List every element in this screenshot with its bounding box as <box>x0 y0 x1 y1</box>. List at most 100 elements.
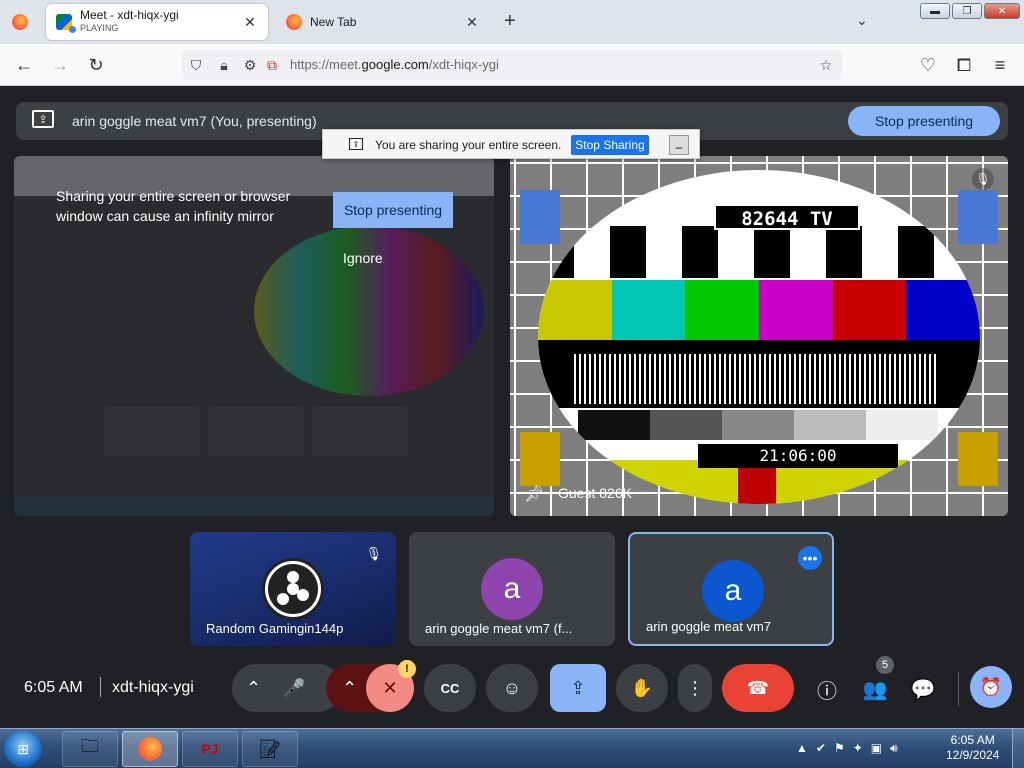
meeting-time: 6:05 AM <box>24 679 83 696</box>
menu-icon[interactable]: ≡ <box>988 53 1012 77</box>
url-bar[interactable]: ⛉ 🔒︎ ⚙ ⧉ https://meet.google.com/xdt-hiq… <box>182 50 842 80</box>
present-now-icon[interactable]: ⇪ <box>550 664 606 712</box>
forward-arrow-icon[interactable]: → <box>48 53 72 77</box>
extensions-icon[interactable]: ⧠ <box>952 53 976 77</box>
more-options-icon[interactable]: ⋮ <box>678 664 712 712</box>
minimize-button[interactable]: ▬ <box>920 3 950 19</box>
guest-video-tile[interactable]: 82644 TV 21:06:00 🎙︎ 📌︎ Guest 826K <box>510 156 1008 516</box>
permissions-icon[interactable]: ⚙ <box>242 57 258 73</box>
activities-icon[interactable]: ⏰ <box>970 666 1012 708</box>
start-button[interactable]: ⊞ <box>4 731 42 767</box>
tv-channel-label: 82644 TV <box>714 204 860 230</box>
new-tab-button[interactable]: + <box>504 10 516 33</box>
url-text[interactable]: https://meet.google.com/xdt-hiqx-ygi <box>290 57 499 72</box>
close-window-button[interactable]: ✕ <box>984 3 1020 19</box>
volume-icon[interactable]: 🔊︎ <box>890 741 898 756</box>
obs-avatar <box>262 558 324 620</box>
more-options-icon[interactable]: ••• <box>798 546 822 570</box>
system-tray: ▲ ✔ ⚑ ✦ ▣ 🔊︎ <box>796 741 898 756</box>
project64-taskbar-icon[interactable]: PJ <box>182 731 238 767</box>
leave-call-icon[interactable]: ☎ <box>722 664 794 712</box>
stop-sharing-button[interactable]: Stop Sharing <box>571 135 649 155</box>
flag-icon[interactable]: ⚑ <box>834 741 845 756</box>
explorer-taskbar-icon[interactable]: 🗀 <box>62 731 118 767</box>
video-settings-chevron-icon[interactable]: ⌃ <box>342 678 357 699</box>
avatar: a <box>481 558 543 620</box>
security-icon[interactable]: ✔ <box>816 741 826 756</box>
color-bar <box>906 280 980 340</box>
stop-presenting-button[interactable]: Stop presenting <box>848 106 1000 136</box>
browser-tab-bar: Meet - xdt-hiqx-ygi PLAYING ✕ New Tab ✕ … <box>0 0 1024 44</box>
sharing-status-text: You are sharing your entire screen. <box>375 138 562 152</box>
meeting-controls: 6:05 AM xdt-hiqx-ygi ⌃ 🎤 ⌃ ✕ ! CC ☺ ⇪ ✋ … <box>0 656 1024 720</box>
list-all-tabs-icon[interactable]: ⌄ <box>856 12 868 29</box>
color-bar <box>832 280 907 340</box>
firefox-favicon-icon <box>286 14 302 30</box>
audio-settings-chevron-icon[interactable]: ⌃ <box>246 678 261 699</box>
clock-date: 12/9/2024 <box>946 748 1000 762</box>
tab-close-icon[interactable]: ✕ <box>242 14 258 31</box>
screen-share-icon[interactable]: ⧉ <box>264 57 280 73</box>
camera-warning-badge: ! <box>398 660 416 678</box>
participant-name: Guest 826K <box>558 485 632 501</box>
participant-tile[interactable]: 🎙︎ Random Gamingin144p <box>190 532 396 646</box>
raise-hand-icon[interactable]: ✋ <box>616 664 668 712</box>
participant-name: arin goggle meat vm7 <box>646 619 772 634</box>
people-icon[interactable]: 👥 <box>862 676 888 702</box>
color-bar <box>538 280 612 340</box>
pin-icon[interactable]: 📌︎ <box>524 484 544 504</box>
shield-icon[interactable]: ⛉ <box>188 57 204 73</box>
meet-stage: ⇪ arin goggle meat vm7 (You, presenting)… <box>0 86 1024 728</box>
participant-name: Random Gamingin144p <box>206 621 344 636</box>
display-icon[interactable]: ▣ <box>871 741 882 756</box>
meeting-code: xdt-hiqx-ygi <box>112 679 194 696</box>
muted-mic-icon: 🎙︎ <box>365 546 382 561</box>
participant-count-badge: 5 <box>876 656 894 674</box>
muted-mic-icon: 🎙︎ <box>972 168 994 190</box>
chat-icon[interactable]: 💬 <box>910 676 936 702</box>
presenting-text: arin goggle meat vm7 (You, presenting) <box>72 113 317 129</box>
taskbar-clock[interactable]: 6:05 AM 12/9/2024 <box>946 733 999 763</box>
firefox-view-icon[interactable] <box>12 14 28 30</box>
show-hidden-icons-icon[interactable]: ▲ <box>796 741 808 756</box>
bookmark-star-icon[interactable]: ☆ <box>818 57 834 73</box>
infinity-mirror-warning: Sharing your entire screen or browser wi… <box>56 188 291 224</box>
reload-icon[interactable]: ↻ <box>84 53 108 77</box>
share-screen-icon: ⇪ <box>349 138 363 150</box>
test-pattern-circle: 82644 TV 21:06:00 <box>538 170 980 504</box>
tab-new-tab[interactable]: New Tab ✕ <box>276 4 490 40</box>
minimize-icon[interactable]: – <box>669 135 689 155</box>
emoji-icon[interactable]: ☺ <box>486 664 538 712</box>
firefox-taskbar-icon[interactable] <box>122 731 178 767</box>
tab-close-icon[interactable]: ✕ <box>464 14 480 31</box>
window-controls: ▬ ❐ ✕ <box>920 3 1020 19</box>
color-bar <box>759 280 833 340</box>
color-bar <box>611 280 686 340</box>
tab-title: Meet - xdt-hiqx-ygi <box>80 9 179 22</box>
meeting-info-icon[interactable]: ⓘ <box>814 676 840 703</box>
maximize-button[interactable]: ❐ <box>952 3 982 19</box>
tab-meet[interactable]: Meet - xdt-hiqx-ygi PLAYING ✕ <box>46 4 268 40</box>
self-presentation-tile: Sharing your entire screen or browser wi… <box>14 156 494 516</box>
ignore-button[interactable]: Ignore <box>343 250 383 266</box>
network-icon[interactable]: ✦ <box>853 741 863 756</box>
tv-clock: 21:06:00 <box>698 444 898 468</box>
participant-tile[interactable]: a arin goggle meat vm7 (f... <box>409 532 615 646</box>
color-bar <box>685 280 760 340</box>
participant-tile-self[interactable]: a ••• arin goggle meat vm7 <box>628 532 834 646</box>
back-arrow-icon[interactable]: ← <box>12 53 36 77</box>
captions-icon[interactable]: CC <box>424 664 476 712</box>
microphone-icon[interactable]: 🎤 <box>283 678 305 699</box>
show-desktop-button[interactable] <box>1012 729 1024 768</box>
tab-playing-status: PLAYING <box>80 23 119 33</box>
pocket-icon[interactable]: ♡ <box>916 53 940 77</box>
clock-time: 6:05 AM <box>950 733 995 747</box>
lock-icon[interactable]: 🔒︎ <box>216 57 232 73</box>
color-bars <box>538 280 980 340</box>
present-screen-icon: ⇪ <box>32 110 54 128</box>
mirror-stop-presenting-button[interactable]: Stop presenting <box>333 192 453 228</box>
notepad-taskbar-icon[interactable]: 📝︎ <box>242 731 298 767</box>
windows-taskbar: ⊞ 🗀 PJ 📝︎ ▲ ✔ ⚑ ✦ ▣ 🔊︎ 6:05 AM 12/9/2024 <box>0 728 1024 768</box>
navigation-toolbar: ← → ↻ ⛉ 🔒︎ ⚙ ⧉ https://meet.google.com/x… <box>0 44 1024 86</box>
avatar: a <box>702 560 764 622</box>
